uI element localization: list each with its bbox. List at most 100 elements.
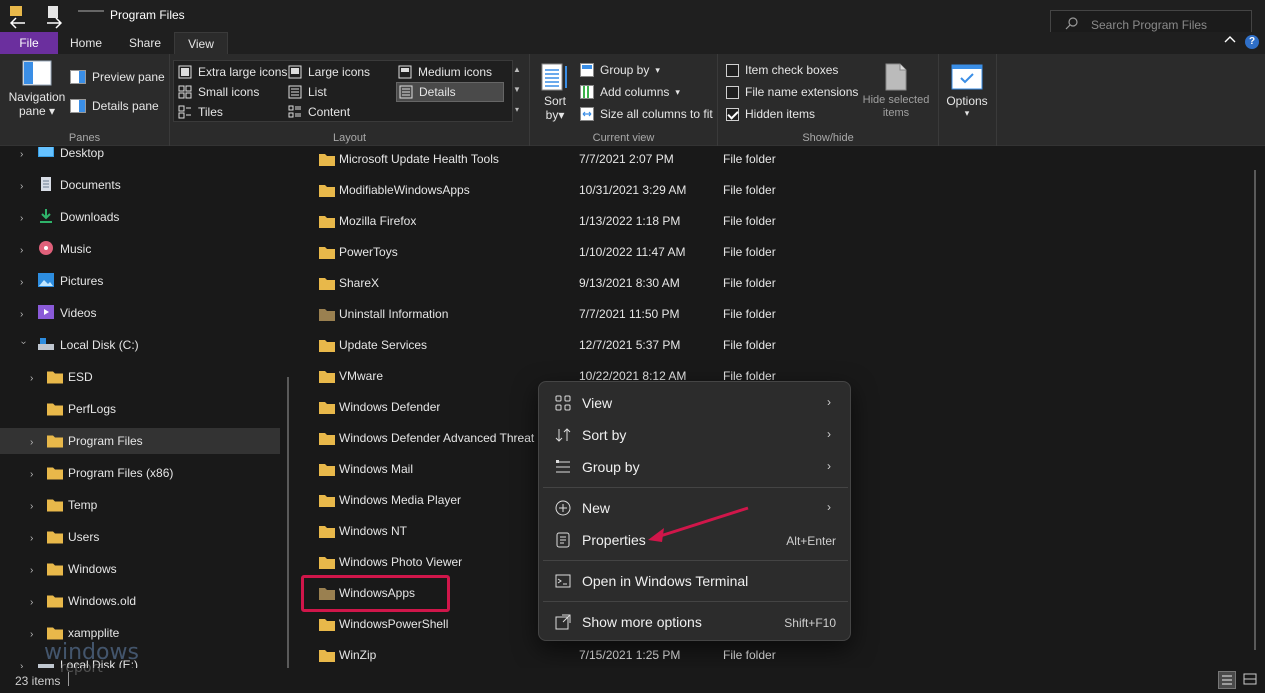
details-pane-label: Details pane bbox=[92, 99, 159, 113]
nav-scrollbar[interactable] bbox=[287, 377, 289, 668]
nav-item-program-files[interactable]: › Program Files bbox=[0, 428, 280, 454]
collapse-ribbon-icon[interactable] bbox=[1224, 34, 1238, 48]
tab-view[interactable]: View bbox=[174, 32, 228, 54]
layout-large-icons[interactable]: Large icons bbox=[288, 63, 370, 81]
file-row[interactable]: Uninstall Information 7/7/2021 11:50 PM … bbox=[300, 300, 1240, 330]
nav-item-windows[interactable]: › Windows bbox=[0, 556, 280, 582]
tab-file[interactable]: File bbox=[0, 32, 58, 54]
file-date: 1/10/2022 11:47 AM bbox=[579, 245, 686, 259]
item-check-boxes-toggle[interactable]: Item check boxes bbox=[726, 61, 838, 79]
file-row[interactable]: ModifiableWindowsApps 10/31/2021 3:29 AM… bbox=[300, 176, 1240, 206]
hide-selected-items-button[interactable]: Hide selected items bbox=[860, 62, 932, 120]
sort-by-icon bbox=[541, 63, 567, 91]
context-menu-open-terminal[interactable]: Open in Windows Terminal bbox=[543, 566, 848, 596]
forward-arrow-icon[interactable] bbox=[46, 16, 68, 32]
file-date: 7/15/2021 1:25 PM bbox=[579, 648, 681, 662]
navigation-pane-button[interactable]: Navigation pane ▾ bbox=[8, 60, 66, 118]
file-row[interactable]: WinZip 7/15/2021 1:25 PM File folder bbox=[300, 641, 1240, 668]
layout-tiles-label: Tiles bbox=[198, 105, 223, 119]
nav-item-windows-old[interactable]: › Windows.old bbox=[0, 588, 280, 614]
file-name-extensions-checkbox[interactable] bbox=[726, 85, 739, 99]
file-name: VMware bbox=[339, 369, 384, 383]
folder-icon bbox=[47, 563, 63, 576]
help-icon[interactable]: ? bbox=[1245, 35, 1259, 49]
hidden-items-toggle[interactable]: Hidden items bbox=[726, 105, 815, 123]
group-by-button[interactable]: Group by ▾ bbox=[580, 61, 660, 79]
size-all-columns-label: Size all columns to fit bbox=[600, 107, 713, 121]
details-view-icon[interactable] bbox=[1218, 671, 1236, 689]
options-button[interactable]: Options ▾ bbox=[945, 64, 989, 119]
hidden-items-checkbox[interactable] bbox=[726, 107, 739, 121]
context-menu-group-by[interactable]: Group by › bbox=[543, 452, 848, 482]
size-all-columns-button[interactable]: Size all columns to fit bbox=[580, 105, 713, 123]
layout-extra-large-label: Extra large icons bbox=[198, 65, 288, 79]
context-menu-view[interactable]: View › bbox=[543, 388, 848, 418]
context-menu-new[interactable]: New › bbox=[543, 493, 848, 523]
context-menu-show-more-options[interactable]: Show more options Shift+F10 bbox=[543, 607, 848, 637]
large-icons-view-icon[interactable] bbox=[1242, 671, 1260, 689]
chevron-right-icon[interactable]: › bbox=[20, 150, 30, 160]
nav-item-downloads[interactable]: › Downloads bbox=[0, 204, 280, 230]
nav-item-videos[interactable]: › Videos bbox=[0, 300, 280, 326]
chevron-right-icon[interactable]: › bbox=[20, 182, 30, 192]
nav-item-documents[interactable]: › Documents bbox=[0, 172, 280, 198]
preview-pane-button[interactable]: Preview pane bbox=[70, 68, 165, 86]
chevron-right-icon[interactable]: › bbox=[20, 310, 30, 320]
layout-extra-large-icons[interactable]: Extra large icons bbox=[178, 63, 287, 81]
chevron-right-icon[interactable]: › bbox=[20, 246, 30, 256]
layout-small-icons[interactable]: Small icons bbox=[178, 83, 259, 101]
file-row[interactable]: ShareX 9/13/2021 8:30 AM File folder bbox=[300, 269, 1240, 299]
drive-icon bbox=[38, 338, 54, 350]
nav-item-esd[interactable]: › ESD bbox=[0, 364, 280, 390]
layout-scroll-icon[interactable]: ▲ ▼ ▾ bbox=[510, 60, 524, 122]
item-check-boxes-checkbox[interactable] bbox=[726, 63, 739, 77]
nav-item-pictures[interactable]: › Pictures bbox=[0, 268, 280, 294]
file-row[interactable]: Microsoft Update Health Tools 7/7/2021 2… bbox=[300, 147, 1240, 175]
chevron-right-icon[interactable]: › bbox=[30, 630, 40, 640]
file-list-scrollbar[interactable] bbox=[1254, 170, 1256, 650]
sort-by-button[interactable]: Sort by▾ bbox=[540, 62, 570, 122]
chevron-right-icon[interactable]: › bbox=[20, 214, 30, 224]
chevron-right-icon[interactable]: › bbox=[20, 278, 30, 288]
nav-item-users[interactable]: › Users bbox=[0, 524, 280, 550]
back-arrow-icon[interactable] bbox=[9, 16, 32, 32]
nav-item-music[interactable]: › Music bbox=[0, 236, 280, 262]
nav-item-temp[interactable]: › Temp bbox=[0, 492, 280, 518]
folder-icon bbox=[319, 340, 335, 352]
nav-item-program-files-x86[interactable]: › Program Files (x86) bbox=[0, 460, 280, 486]
context-menu-properties[interactable]: Properties Alt+Enter bbox=[543, 525, 848, 555]
file-type: File folder bbox=[723, 648, 776, 662]
chevron-right-icon[interactable]: › bbox=[30, 374, 40, 384]
tab-share[interactable]: Share bbox=[117, 32, 173, 54]
chevron-right-icon[interactable]: › bbox=[30, 534, 40, 544]
layout-content[interactable]: Content bbox=[288, 103, 350, 121]
chevron-right-icon[interactable]: › bbox=[30, 502, 40, 512]
layout-tiles[interactable]: Tiles bbox=[178, 103, 223, 121]
tab-home[interactable]: Home bbox=[58, 32, 114, 54]
chevron-right-icon[interactable]: › bbox=[30, 566, 40, 576]
nav-item-xampplite[interactable]: › xampplite bbox=[0, 620, 280, 646]
file-name-extensions-toggle[interactable]: File name extensions bbox=[726, 83, 858, 101]
file-row[interactable]: Mozilla Firefox 1/13/2022 1:18 PM File f… bbox=[300, 207, 1240, 237]
layout-large-label: Large icons bbox=[308, 65, 371, 79]
details-pane-button[interactable]: Details pane bbox=[70, 97, 159, 115]
layout-medium-icons[interactable]: Medium icons bbox=[398, 63, 492, 81]
chevron-down-icon[interactable]: › bbox=[18, 341, 29, 351]
nav-item-local-disk-e[interactable]: › Local Disk (E:) bbox=[0, 652, 280, 668]
navigation-pane-label-1: Navigation bbox=[8, 90, 66, 104]
chevron-right-icon[interactable]: › bbox=[30, 438, 40, 448]
details-pane-icon bbox=[70, 99, 86, 113]
file-row[interactable]: PowerToys 1/10/2022 11:47 AM File folder bbox=[300, 238, 1240, 268]
status-bar: 23 items bbox=[0, 668, 1265, 693]
nav-item-desktop[interactable]: › Desktop bbox=[0, 147, 280, 166]
chevron-right-icon[interactable]: › bbox=[30, 598, 40, 608]
nav-item-local-disk-c[interactable]: › Local Disk (C:) bbox=[0, 332, 280, 358]
file-row[interactable]: Update Services 12/7/2021 5:37 PM File f… bbox=[300, 331, 1240, 361]
chevron-right-icon[interactable]: › bbox=[30, 470, 40, 480]
layout-list[interactable]: List bbox=[288, 83, 327, 101]
layout-details[interactable]: Details bbox=[396, 82, 504, 102]
context-menu-sort-by[interactable]: Sort by › bbox=[543, 420, 848, 450]
nav-label: Local Disk (C:) bbox=[60, 338, 139, 352]
add-columns-button[interactable]: Add columns ▾ bbox=[580, 83, 680, 101]
nav-item-perflogs[interactable]: PerfLogs bbox=[0, 396, 280, 422]
